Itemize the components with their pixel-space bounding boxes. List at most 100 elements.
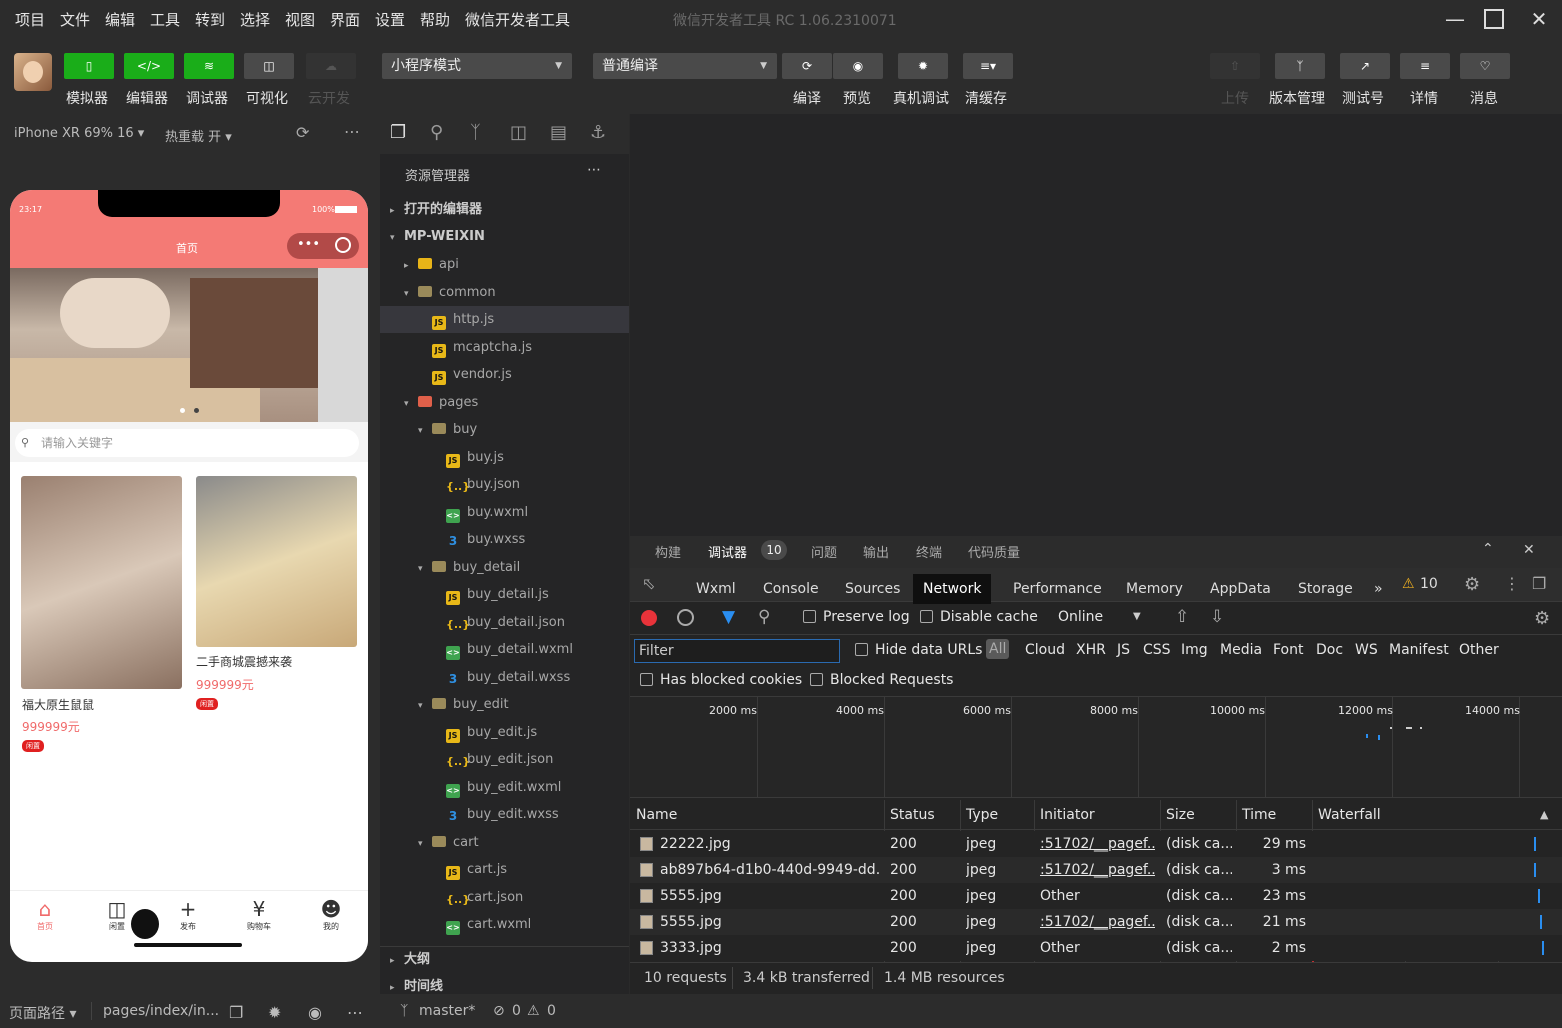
tree-folder[interactable]: ▾ buy_edit — [380, 691, 629, 718]
menu-goto[interactable]: 转到 — [195, 9, 225, 30]
tree-file[interactable]: 3 buy.wxss — [380, 526, 629, 553]
table-row[interactable]: 3333.jpg 200 jpeg Other (disk ca... 2 ms — [630, 935, 1562, 961]
tab-mine[interactable]: ☻ 我的 — [306, 897, 356, 932]
panel-icon[interactable]: ▤ — [550, 122, 567, 143]
menu-tools[interactable]: 工具 — [150, 9, 180, 30]
more-icon[interactable]: ⋯ — [347, 1003, 363, 1022]
menu-select[interactable]: 选择 — [240, 9, 270, 30]
tab-debugger[interactable]: 调试器 — [708, 542, 747, 561]
preview-button[interactable]: ◉ — [833, 53, 883, 79]
tree-file[interactable]: <> buy.wxml — [380, 499, 629, 526]
warning-icon[interactable]: ⚠ — [527, 1003, 540, 1019]
table-row[interactable]: 22222.jpg 200 jpeg:51702/__pagef... (disk c… — [630, 831, 1562, 857]
blocked-requests-checkbox[interactable]: Blocked Requests — [810, 672, 953, 688]
column-name[interactable]: Name — [636, 807, 677, 823]
docker-icon[interactable]: ⚓ — [590, 122, 606, 143]
visual-button[interactable]: ◫ — [244, 53, 294, 79]
filter-font[interactable]: Font — [1273, 642, 1303, 658]
tree-folder[interactable]: ▾ cart — [380, 829, 629, 856]
product-name[interactable]: 福大原生鼠鼠 — [22, 696, 94, 713]
real-debug-button[interactable]: ✹ — [898, 53, 948, 79]
capsule-menu[interactable]: ••• — [287, 233, 359, 259]
filter-doc[interactable]: Doc — [1316, 642, 1343, 658]
tree-file[interactable]: {..}buy_edit.json — [380, 746, 629, 773]
chevron-up-icon[interactable]: ⌃ — [1482, 541, 1494, 557]
test-account-button[interactable]: ↗ — [1340, 53, 1390, 79]
bug-icon[interactable]: ✹ — [268, 1003, 281, 1022]
compile-mode-select[interactable]: 普通编译 ▼ — [593, 53, 777, 79]
gear-icon[interactable]: ⚙ — [1464, 574, 1480, 595]
blocked-cookies-checkbox[interactable]: Has blocked cookies — [640, 672, 802, 688]
tree-file[interactable]: 3 buy_edit.wxss — [380, 801, 629, 828]
open-editors-section[interactable]: ▸ 打开的编辑器 — [380, 196, 629, 223]
tab-code-quality[interactable]: 代码质量 — [968, 542, 1020, 561]
tree-file[interactable]: JS buy.js — [380, 444, 629, 471]
disable-cache-checkbox[interactable]: Disable cache — [920, 609, 1038, 625]
rotate-icon[interactable]: ⟳ — [296, 123, 309, 142]
import-icon[interactable]: ⇧ — [1175, 607, 1189, 627]
hot-reload-select[interactable]: 热重载 开 ▾ — [165, 126, 232, 145]
debugger-button[interactable]: ≋ — [184, 53, 234, 79]
tree-folder[interactable]: ▸ api — [380, 251, 629, 278]
close-icon[interactable]: ✕ — [1526, 6, 1552, 32]
device-select[interactable]: iPhone XR 69% 16 ▾ — [14, 126, 144, 141]
filter-manifest[interactable]: Manifest — [1389, 642, 1449, 658]
more-dots-icon[interactable]: ••• — [297, 237, 320, 252]
warning-icon[interactable]: ⚠ — [1402, 576, 1415, 592]
tab-home[interactable]: ⌂ 首页 — [20, 897, 70, 932]
timeline-section[interactable]: ▸ 时间线 — [380, 973, 629, 994]
column-initiator[interactable]: Initiator — [1040, 807, 1095, 823]
filter-xhr[interactable]: XHR — [1076, 642, 1106, 658]
filter-input[interactable]: Filter — [634, 639, 840, 663]
product-image[interactable] — [21, 476, 182, 689]
files-icon[interactable]: ❐ — [390, 122, 406, 143]
outline-section[interactable]: ▸ 大纲 — [380, 946, 629, 973]
tab-performance[interactable]: Performance — [1003, 574, 1112, 604]
menu-wechat-devtools[interactable]: 微信开发者工具 — [465, 9, 570, 30]
tab-output[interactable]: 输出 — [863, 542, 889, 561]
maximize-icon[interactable] — [1484, 9, 1504, 29]
sort-up-icon[interactable]: ▲ — [1540, 808, 1548, 821]
more-tabs-button[interactable]: » — [1364, 574, 1393, 604]
tab-build[interactable]: 构建 — [655, 542, 681, 561]
column-type[interactable]: Type — [966, 807, 998, 823]
column-waterfall[interactable]: Waterfall — [1318, 807, 1381, 823]
tree-file[interactable]: {..}cart.json — [380, 884, 629, 911]
cell-initiator[interactable]: :51702/__pagef... — [1040, 857, 1155, 883]
column-time[interactable]: Time — [1242, 807, 1276, 823]
tree-folder[interactable]: ▾ buy_detail — [380, 554, 629, 581]
throttle-select[interactable]: Online — [1058, 609, 1103, 625]
tree-file[interactable]: JS buy_edit.js — [380, 719, 629, 746]
tree-file[interactable]: <> buy_detail.wxml — [380, 636, 629, 663]
tree-file[interactable]: {..}buy_detail.json — [380, 609, 629, 636]
tree-folder[interactable]: ▾ pages — [380, 389, 629, 416]
undock-icon[interactable]: ❐ — [1532, 574, 1546, 593]
preserve-log-checkbox[interactable]: Preserve log — [803, 609, 910, 625]
filter-other[interactable]: Other — [1459, 642, 1499, 658]
cloud-button[interactable]: ☁ — [306, 53, 356, 79]
hide-data-urls-checkbox[interactable]: Hide data URLs — [855, 642, 982, 658]
chevron-down-icon[interactable]: ▼ — [1133, 611, 1141, 622]
clear-cache-button[interactable]: ≡▾ — [963, 53, 1013, 79]
filter-icon[interactable]: ▼ — [722, 607, 735, 627]
menu-edit[interactable]: 编辑 — [105, 9, 135, 30]
eye-icon[interactable]: ◉ — [308, 1003, 322, 1022]
record-icon[interactable] — [641, 610, 657, 626]
version-button[interactable]: ᛉ — [1275, 53, 1325, 79]
tab-problems[interactable]: 问题 — [811, 542, 837, 561]
filter-img[interactable]: Img — [1181, 642, 1208, 658]
tree-folder[interactable]: ▾ common — [380, 279, 629, 306]
menu-file[interactable]: 文件 — [60, 9, 90, 30]
menu-help[interactable]: 帮助 — [420, 9, 450, 30]
filter-media[interactable]: Media — [1220, 642, 1262, 658]
filter-ws[interactable]: WS — [1355, 642, 1378, 658]
branch-icon[interactable]: ᛉ — [400, 1003, 408, 1019]
product-name[interactable]: 二手商城震撼来袭 — [196, 653, 292, 670]
kebab-icon[interactable]: ⋮ — [1504, 574, 1520, 593]
upload-button[interactable]: ⇧ — [1210, 53, 1260, 79]
tab-sources[interactable]: Sources — [835, 574, 910, 604]
tab-console[interactable]: Console — [753, 574, 829, 604]
search-icon[interactable]: ⚲ — [758, 607, 770, 627]
column-status[interactable]: Status — [890, 807, 935, 823]
tab-appdata[interactable]: AppData — [1200, 574, 1281, 604]
